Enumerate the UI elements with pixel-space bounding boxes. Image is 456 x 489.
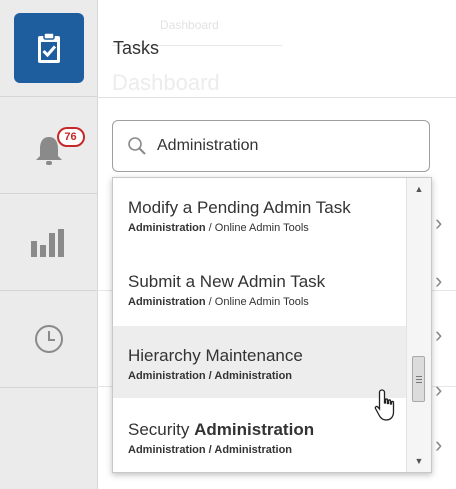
background-dashboard-tab: Dashboard	[160, 18, 219, 32]
rail-item-notifications[interactable]: 76	[0, 97, 97, 194]
clock-icon	[34, 325, 63, 353]
search-input[interactable]	[155, 136, 409, 156]
suggestion-path-sub: Administration	[214, 370, 293, 382]
tasks-tile[interactable]	[13, 13, 84, 83]
search-suggestions-dropdown: Modify a Pending Admin Task Administrati…	[112, 177, 432, 473]
suggestion-item[interactable]: Modify a Pending Admin Task Administrati…	[113, 178, 406, 250]
rail-item-history[interactable]	[0, 291, 97, 388]
suggestion-item[interactable]: Submit a New Admin Task Administration /…	[113, 252, 406, 324]
chevron-right-icon[interactable]: ›	[435, 268, 442, 294]
suggestion-item[interactable]: Security Administration Administration /…	[113, 400, 406, 472]
chevron-right-icon[interactable]: ›	[435, 322, 442, 348]
bar-chart-icon	[30, 229, 64, 257]
suggestion-path-category: Administration	[128, 370, 206, 382]
background-dashboard-title: Dashboard	[112, 70, 220, 95]
suggestion-path-sub: Administration	[214, 444, 293, 456]
chevron-right-icon[interactable]: ›	[435, 377, 442, 403]
search-icon	[128, 137, 146, 155]
notifications-bell[interactable]: 76	[29, 125, 85, 165]
scrollbar-thumb[interactable]	[412, 356, 425, 402]
chevron-right-icon[interactable]: ›	[435, 210, 442, 236]
suggestion-title: Hierarchy Maintenance	[128, 346, 303, 365]
rail-item-tasks[interactable]	[0, 0, 97, 97]
suggestion-path-sub: Online Admin Tools	[214, 296, 309, 308]
rail-item-reports[interactable]	[0, 194, 97, 291]
scroll-up-arrow-icon[interactable]: ▲	[407, 180, 431, 198]
suggestion-title: Submit a New Admin Task	[128, 272, 326, 291]
suggestion-title-match: Administration	[194, 420, 315, 439]
hand-cursor-icon	[374, 389, 395, 421]
page-title: Tasks	[113, 38, 160, 58]
chevron-right-icon[interactable]: ›	[435, 432, 442, 458]
scroll-down-arrow-icon[interactable]: ▼	[407, 452, 431, 470]
suggestion-path-sub: Online Admin Tools	[214, 222, 309, 234]
dropdown-scrollbar[interactable]: ▲ ▼	[406, 178, 431, 472]
suggestion-path-category: Administration	[128, 296, 206, 308]
suggestion-title: Security	[128, 420, 195, 439]
suggestion-item-hovered[interactable]: Hierarchy Maintenance Administration / A…	[113, 326, 406, 398]
suggestion-title: Modify a Pending Admin Task	[128, 198, 351, 217]
header-divider	[97, 97, 456, 98]
left-rail: 76	[0, 0, 98, 489]
clipboard-check-icon	[37, 32, 60, 63]
suggestion-path-category: Administration	[128, 444, 206, 456]
suggestion-path-category: Administration	[128, 222, 206, 234]
search-box[interactable]	[112, 120, 430, 172]
notification-count-badge: 76	[56, 127, 85, 147]
